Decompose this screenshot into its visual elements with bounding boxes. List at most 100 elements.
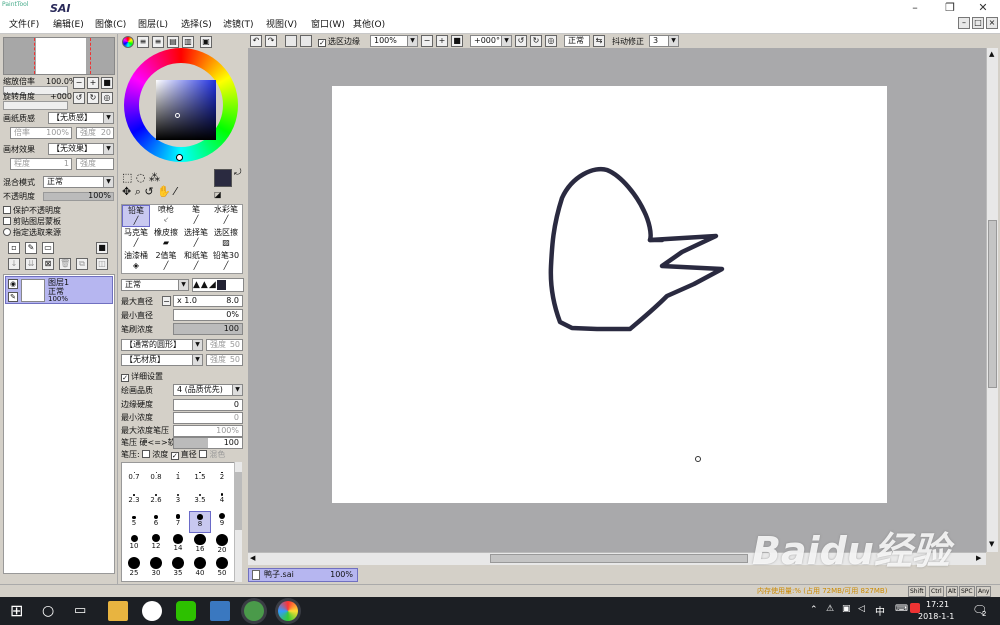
canvas-rotate-reset-icon[interactable]: ◎ xyxy=(545,35,557,47)
clear-layer-icon[interactable]: ⊠ xyxy=(42,258,54,270)
mdi-restore-button[interactable]: □ xyxy=(972,17,984,29)
drawing-paper[interactable] xyxy=(332,86,887,503)
menu-edit[interactable]: 编辑(E) xyxy=(50,18,87,32)
pen-icon[interactable]: ✎ xyxy=(8,292,18,302)
invert-selection-icon[interactable] xyxy=(300,35,312,47)
scroll-left-icon[interactable]: ◀ xyxy=(250,554,255,562)
clock-time[interactable]: 17:21 xyxy=(926,600,949,609)
layer-menu-icon[interactable]: ■ xyxy=(96,242,108,254)
brush-size-cell[interactable]: 7 xyxy=(167,511,189,533)
detail-settings-check[interactable]: ✓ 详细设置 xyxy=(121,371,163,383)
transparent-color-icon[interactable]: ◪ xyxy=(214,190,222,199)
tray-keyboard-icon[interactable]: ⌨ xyxy=(895,604,908,614)
brush-grid-scrollbar[interactable] xyxy=(234,462,242,582)
brush-size-cell[interactable]: 12 xyxy=(145,534,167,556)
palette-tab-icon[interactable]: ▥ xyxy=(182,36,194,48)
foreground-color-swatch[interactable] xyxy=(214,169,232,187)
document-tab[interactable]: 鸭子.sai 100% xyxy=(248,568,358,582)
minimize-button[interactable]: – xyxy=(900,0,930,16)
sai-taskbar-icon[interactable] xyxy=(244,601,264,621)
restore-button[interactable]: ❐ xyxy=(935,0,965,16)
menu-filter[interactable]: 滤镜(T) xyxy=(220,18,257,32)
tray-network-icon[interactable]: ⚠ xyxy=(826,604,834,614)
pressure-size-check[interactable]: ✓ 直径 xyxy=(170,450,197,460)
search-icon[interactable]: ○ xyxy=(42,601,62,621)
brush-size-cell[interactable]: 40 xyxy=(189,557,211,579)
vertical-scroll-thumb[interactable] xyxy=(988,220,997,388)
canvas-zoom-in-icon[interactable]: + xyxy=(436,35,448,47)
rgb-slider-tab-icon[interactable]: ≡ xyxy=(137,36,149,48)
rotate-reset-button[interactable]: ◎ xyxy=(101,92,113,104)
brush-tip-shapes[interactable]: ▲▲◢■ xyxy=(192,278,244,292)
quality-select[interactable]: 4 (品质优先) ▼ xyxy=(173,384,243,396)
brush-size-cell[interactable]: 9 xyxy=(211,511,233,533)
swap-colors-icon[interactable]: ⤾ xyxy=(234,168,242,178)
brush-size-cell[interactable]: 25 xyxy=(123,557,145,579)
menu-file[interactable]: 文件(F) xyxy=(6,18,42,32)
brush-size-cell[interactable]: 30 xyxy=(145,557,167,579)
mask-layer-icon[interactable]: ◫ xyxy=(96,258,108,270)
zoom-reset-button[interactable]: ■ xyxy=(101,77,113,89)
canvas-area[interactable] xyxy=(248,48,986,552)
brush-size-cell[interactable]: 16 xyxy=(189,534,211,556)
brush-size-cell[interactable]: 2.3 xyxy=(123,488,145,510)
close-button[interactable]: ✕ xyxy=(968,0,998,16)
brush-size-cell[interactable]: 2 xyxy=(211,465,233,487)
tool-washi-pen[interactable]: 和纸笔 ╱ xyxy=(182,251,210,273)
eye-icon[interactable]: ◉ xyxy=(8,279,18,289)
pressure-softness-slider[interactable]: 100 xyxy=(173,437,243,449)
zoom-out-button[interactable]: − xyxy=(73,77,85,89)
brush-size-cell[interactable]: 35 xyxy=(167,557,189,579)
lasso-icon[interactable]: ◌ xyxy=(136,171,146,184)
brush-size-cell[interactable]: 10 xyxy=(123,534,145,556)
undo-icon[interactable]: ↶ xyxy=(250,35,262,47)
browser-icon[interactable] xyxy=(142,601,162,621)
file-explorer-icon[interactable] xyxy=(108,601,128,621)
tool-airbrush[interactable]: 喷枪 ⸔ xyxy=(152,205,180,227)
horizontal-scroll-thumb[interactable] xyxy=(490,554,748,563)
new-folder-icon[interactable]: ▭ xyxy=(42,242,54,254)
color-square[interactable] xyxy=(156,80,216,140)
menu-image[interactable]: 图像(C) xyxy=(92,18,129,32)
brush-size-cell[interactable]: 20 xyxy=(211,534,233,556)
selection-edge-check[interactable]: ✓ 选区边缘 xyxy=(318,36,360,48)
density-slider[interactable]: 100 xyxy=(173,323,243,335)
layer-item[interactable]: ◉ ✎ 图层1 正常 100% xyxy=(5,276,113,304)
menu-layer[interactable]: 图层(L) xyxy=(135,18,171,32)
mdi-close-button[interactable]: × xyxy=(986,17,998,29)
new-layer-icon[interactable]: ▫ xyxy=(8,242,20,254)
move-icon[interactable]: ✥ xyxy=(122,185,131,198)
merge-down-icon[interactable]: ⇊ xyxy=(25,258,37,270)
brush-size-cell[interactable]: 5 xyxy=(123,511,145,533)
brush-size-cell[interactable]: 0.7 xyxy=(123,465,145,487)
canvas-rotate-left-icon[interactable]: ↺ xyxy=(515,35,527,47)
tool-select-eraser[interactable]: 选区擦 ▨ xyxy=(212,228,240,250)
tool-binary-pen[interactable]: 2值笔 ╱ xyxy=(152,251,180,273)
tool-pencil30[interactable]: 铅笔30 ╱ xyxy=(212,251,240,273)
wechat-icon[interactable] xyxy=(176,601,196,621)
brush-shape-select[interactable]: 【通常的圆形】 ▼ xyxy=(121,339,203,351)
vertical-scrollbar[interactable]: ▲ ▼ xyxy=(986,48,998,552)
canvas-zoom-out-icon[interactable]: − xyxy=(421,35,433,47)
redo-icon[interactable]: ↷ xyxy=(265,35,277,47)
zoom-in-button[interactable]: + xyxy=(87,77,99,89)
rotate-left-button[interactable]: ↺ xyxy=(73,92,85,104)
blend-mode-select[interactable]: 正常 ▼ xyxy=(43,176,114,188)
menu-window[interactable]: 窗口(W) xyxy=(308,18,348,32)
brush-size-cell[interactable]: 50 xyxy=(211,557,233,579)
canvas-rotate-right-icon[interactable]: ↻ xyxy=(530,35,542,47)
brush-size-cell[interactable]: 0.8 xyxy=(145,465,167,487)
brush-size-cell[interactable]: 6 xyxy=(145,511,167,533)
tray-display-icon[interactable]: ▣ xyxy=(842,604,851,614)
tool-pencil[interactable]: 铅笔 ╱ xyxy=(122,205,150,227)
canvas-angle-select[interactable]: +000° ▼ xyxy=(470,35,512,47)
paper-texture-select[interactable]: 【无质感】 ▼ xyxy=(48,112,114,124)
tool-watercolor[interactable]: 水彩笔 ╱ xyxy=(212,205,240,227)
scroll-up-icon[interactable]: ▲ xyxy=(989,50,994,58)
magic-wand-icon[interactable]: ⁂ xyxy=(149,171,160,184)
canvas-zoom-select[interactable]: 100% ▼ xyxy=(370,35,418,47)
brush-texture-select[interactable]: 【无材质】 ▼ xyxy=(121,354,203,366)
tool-brush[interactable]: 笔 ╱ xyxy=(182,205,210,227)
navigator-thumbnail[interactable] xyxy=(3,37,115,75)
canvas-mode-select[interactable]: 正常 xyxy=(564,35,590,47)
